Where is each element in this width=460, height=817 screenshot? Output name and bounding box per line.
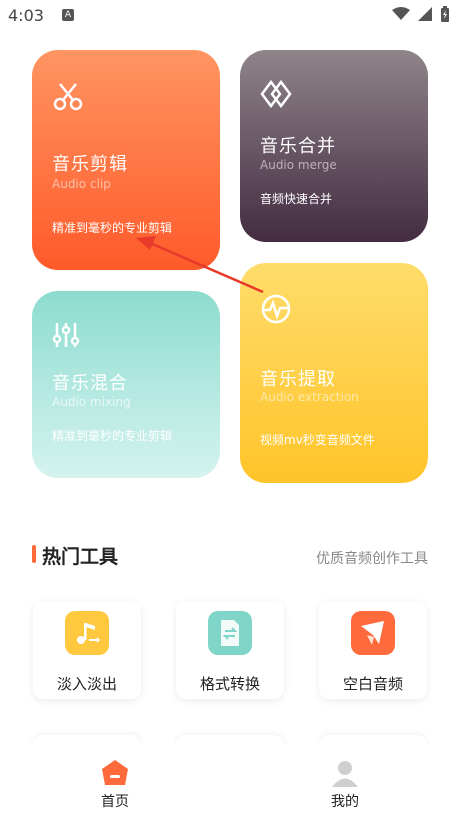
tool-fade[interactable]: 淡入淡出 — [33, 601, 141, 699]
file-convert-icon — [208, 611, 252, 655]
fade-note-icon — [65, 611, 109, 655]
tool-blank-audio[interactable]: 空白音频 — [319, 601, 427, 699]
tool-label: 淡入淡出 — [56, 675, 117, 693]
hot-tools-title: 热门工具 — [42, 546, 119, 568]
nav-mine[interactable]: 我的 — [305, 750, 385, 810]
home-icon — [102, 760, 128, 785]
bottom-nav: 首页 我的 — [0, 744, 460, 817]
tool-format-convert[interactable]: 格式转换 — [176, 601, 284, 699]
nav-home[interactable]: 首页 — [75, 750, 155, 810]
tool-label: 空白音频 — [342, 675, 403, 693]
tool-label: 格式转换 — [199, 675, 260, 693]
section-accent-bar — [32, 545, 36, 563]
hot-tools-subtitle: 优质音频创作工具 — [316, 551, 428, 567]
blank-audio-icon — [351, 611, 395, 655]
profile-icon — [332, 761, 358, 787]
nav-label: 首页 — [101, 794, 129, 810]
nav-label: 我的 — [331, 794, 359, 810]
